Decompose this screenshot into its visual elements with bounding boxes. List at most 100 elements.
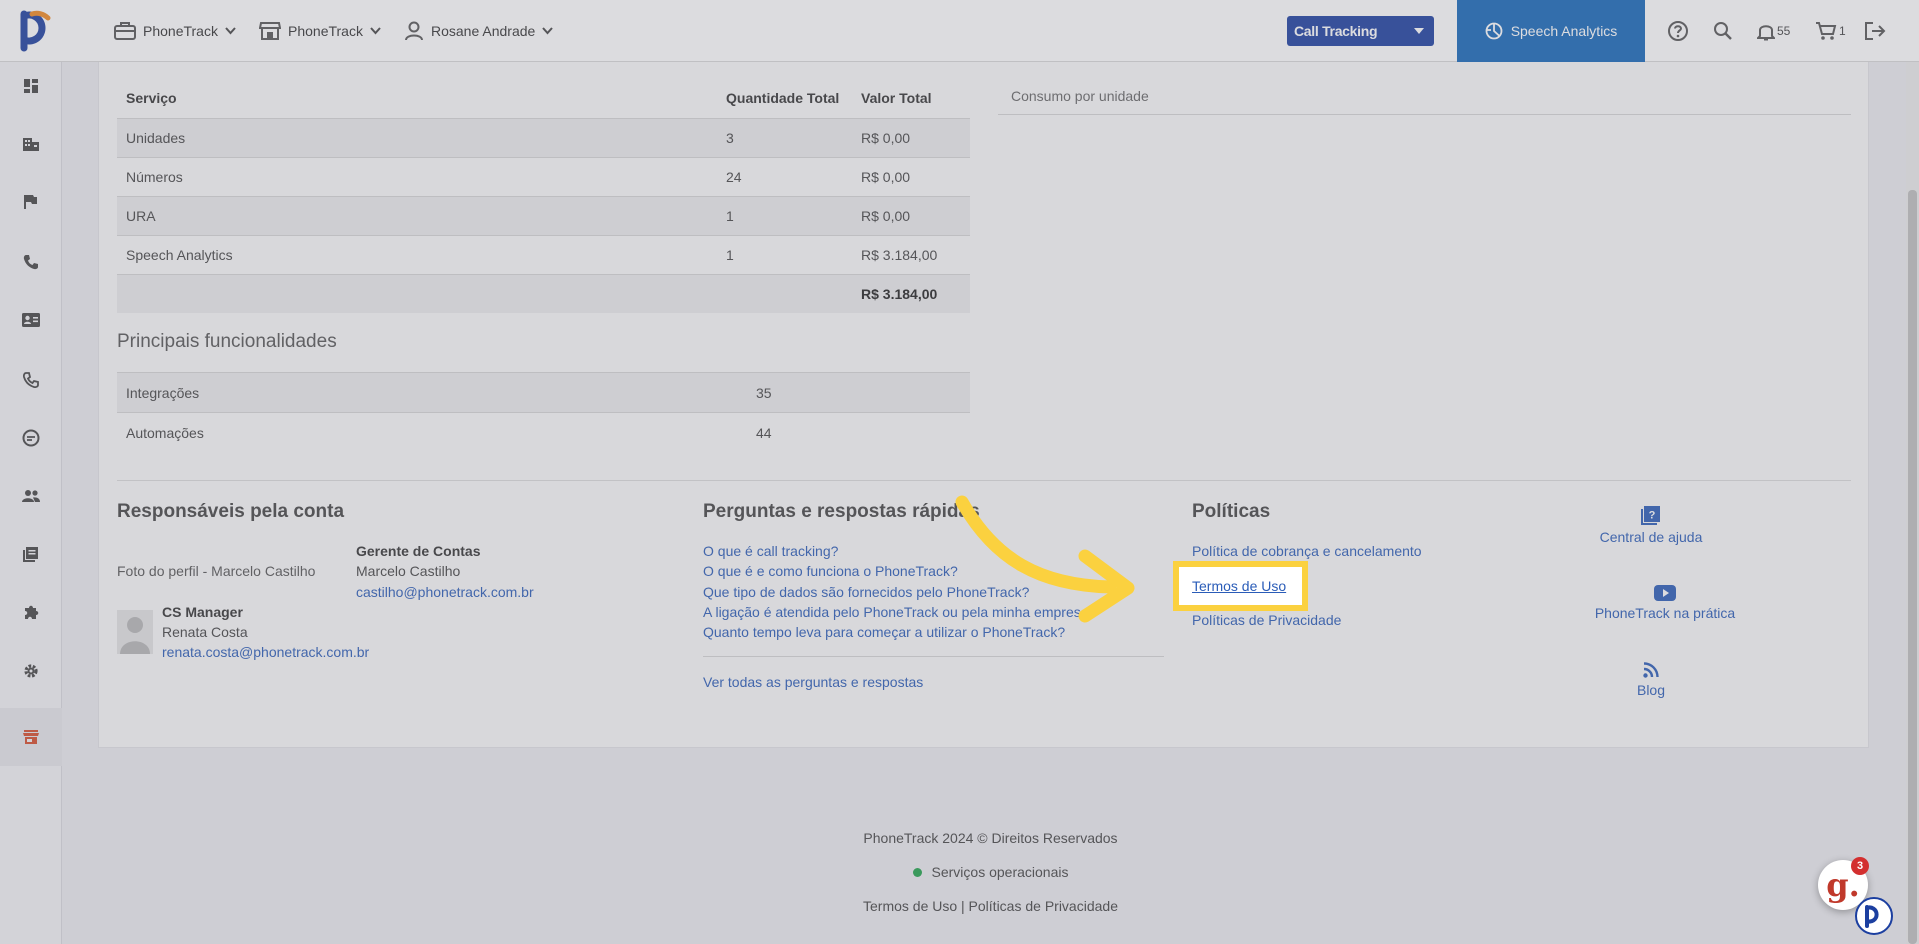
search-icon xyxy=(1714,22,1732,40)
phonetrack-logo[interactable] xyxy=(16,8,60,52)
speech-analytics-label: Speech Analytics xyxy=(1510,23,1618,39)
cart-count: 1 xyxy=(1839,24,1846,38)
help-icon xyxy=(1668,21,1688,41)
notifications-button[interactable]: 55 xyxy=(1757,18,1790,44)
cart-icon xyxy=(1816,22,1837,40)
footer: PhoneTrack 2024 © Direitos Reservados Se… xyxy=(62,814,1919,944)
speech-analytics-tab[interactable]: Speech Analytics xyxy=(1457,0,1645,62)
faq-see-all-link[interactable]: Ver todas as perguntas e respostas xyxy=(703,674,923,690)
table-total-row: R$ 3.184,00 xyxy=(117,274,970,313)
gerente-email-link[interactable]: castilho@phonetrack.com.br xyxy=(356,584,534,600)
service-name: URA xyxy=(117,196,717,236)
policy-privacy-link[interactable]: Políticas de Privacidade xyxy=(1192,612,1341,628)
table-row: URA 1 R$ 0,00 xyxy=(117,196,970,236)
resource-video[interactable]: PhoneTrack na prática xyxy=(1570,585,1760,621)
sidebar-item-reports[interactable] xyxy=(0,525,62,583)
team-icon xyxy=(22,490,40,502)
sidebar-item-campaigns[interactable] xyxy=(0,173,62,231)
features-title: Principais funcionalidades xyxy=(117,331,337,352)
user-icon xyxy=(405,21,423,41)
feature-count: 35 xyxy=(747,372,970,413)
sidebar-item-calls[interactable] xyxy=(0,233,62,291)
resource-help-center[interactable]: ? Central de ajuda xyxy=(1570,505,1732,545)
empty-cell xyxy=(717,274,852,313)
scrollbar-thumb[interactable] xyxy=(1908,190,1917,944)
sidebar-item-speech[interactable] xyxy=(0,409,62,467)
youtube-icon xyxy=(1654,585,1676,601)
service-value: R$ 0,00 xyxy=(852,118,970,158)
faq-link[interactable]: Que tipo de dados são fornecidos pelo Ph… xyxy=(703,584,1029,600)
service-qty: 1 xyxy=(717,235,852,275)
resource-label: PhoneTrack na prática xyxy=(1594,605,1736,621)
service-name: Números xyxy=(117,157,717,197)
nav-dropdown-store[interactable]: PhoneTrack xyxy=(259,0,381,62)
policy-billing-link[interactable]: Política de cobrança e cancelamento xyxy=(1192,543,1422,559)
column-header-value: Valor Total xyxy=(852,78,970,119)
consumo-por-unidade-title: Consumo por unidade xyxy=(998,78,1851,115)
faq-title: Perguntas e respostas rápidas xyxy=(703,501,980,522)
phonetrack-widget-button[interactable] xyxy=(1855,897,1893,935)
library-icon xyxy=(23,547,38,562)
feature-count: 44 xyxy=(747,412,970,453)
faq-link[interactable]: A ligação é atendida pelo PhoneTrack ou … xyxy=(703,604,1096,620)
sidebar-item-integrations[interactable] xyxy=(0,583,62,641)
sidebar-item-store[interactable] xyxy=(0,708,62,766)
search-button[interactable] xyxy=(1713,18,1733,44)
resource-label: Central de ajuda xyxy=(1599,529,1703,545)
empty-cell xyxy=(117,274,717,313)
section-divider xyxy=(117,480,1851,481)
speech-icon xyxy=(22,429,40,447)
sidebar-item-phone-numbers[interactable] xyxy=(0,351,62,409)
column-header-service: Serviço xyxy=(117,78,717,119)
footer-status-text: Serviços operacionais xyxy=(931,864,1069,880)
phonetrack-logo-icon xyxy=(1865,905,1879,928)
policies-title: Políticas xyxy=(1192,501,1271,522)
feature-name: Integrações xyxy=(117,372,747,413)
policy-terms-link-focused[interactable]: Termos de Uso xyxy=(1192,578,1286,594)
product-select[interactable]: Call Tracking xyxy=(1287,16,1434,46)
gerente-name: Marcelo Castilho xyxy=(356,563,461,579)
sidebar-item-team[interactable] xyxy=(0,467,62,525)
table-row: Números 24 R$ 0,00 xyxy=(117,157,970,197)
cs-role: CS Manager xyxy=(162,604,243,620)
faq-link[interactable]: O que é call tracking? xyxy=(703,543,838,559)
features-table: Integrações 35 Automações 44 xyxy=(117,372,970,453)
cart-button[interactable]: 1 xyxy=(1815,18,1846,44)
cs-email-link[interactable]: renata.costa@phonetrack.com.br xyxy=(162,644,369,660)
flag-icon xyxy=(24,195,37,209)
chevron-down-icon xyxy=(370,27,381,35)
feature-name: Automações xyxy=(117,412,747,453)
sidebar-item-dashboard[interactable] xyxy=(0,57,62,115)
footer-links[interactable]: Termos de Uso | Políticas de Privacidade xyxy=(62,898,1919,914)
building-icon xyxy=(23,138,39,151)
nav-dropdown-user[interactable]: Rosane Andrade xyxy=(404,0,554,62)
service-name: Unidades xyxy=(117,118,717,158)
sidebar-item-contacts[interactable] xyxy=(0,291,62,349)
service-value: R$ 3.184,00 xyxy=(852,235,970,275)
column-header-quantity: Quantidade Total xyxy=(717,78,852,119)
faq-link[interactable]: O que é e como funciona o PhoneTrack? xyxy=(703,563,958,579)
service-qty: 1 xyxy=(717,196,852,236)
gerente-role: Gerente de Contas xyxy=(356,543,481,559)
gerente-photo-alt: Foto do perfil - Marcelo Castilho xyxy=(117,563,316,579)
sidebar-item-settings[interactable] xyxy=(0,642,62,700)
cs-name: Renata Costa xyxy=(162,624,248,640)
footer-copyright: PhoneTrack 2024 © Direitos Reservados xyxy=(863,830,1118,846)
nav-label: PhoneTrack xyxy=(288,23,363,39)
notifications-count: 55 xyxy=(1777,24,1791,38)
faq-divider xyxy=(703,656,1164,657)
resource-blog[interactable]: Blog xyxy=(1570,662,1732,698)
logout-button[interactable] xyxy=(1864,18,1886,44)
phone-call-icon xyxy=(23,372,39,388)
sidebar-item-units[interactable] xyxy=(0,115,62,173)
phone-icon xyxy=(23,255,38,270)
nav-dropdown-company[interactable]: PhoneTrack xyxy=(114,0,236,62)
faq-link[interactable]: Quanto tempo leva para começar a utiliza… xyxy=(703,624,1065,640)
store-icon xyxy=(259,22,281,40)
table-row: Unidades 3 R$ 0,00 xyxy=(117,118,970,158)
table-header-row: Serviço Quantidade Total Valor Total xyxy=(117,78,970,119)
avatar xyxy=(117,610,153,654)
help-button[interactable] xyxy=(1667,18,1689,44)
table-row: Integrações 35 xyxy=(117,372,970,413)
help-book-icon: ? xyxy=(1641,506,1660,525)
